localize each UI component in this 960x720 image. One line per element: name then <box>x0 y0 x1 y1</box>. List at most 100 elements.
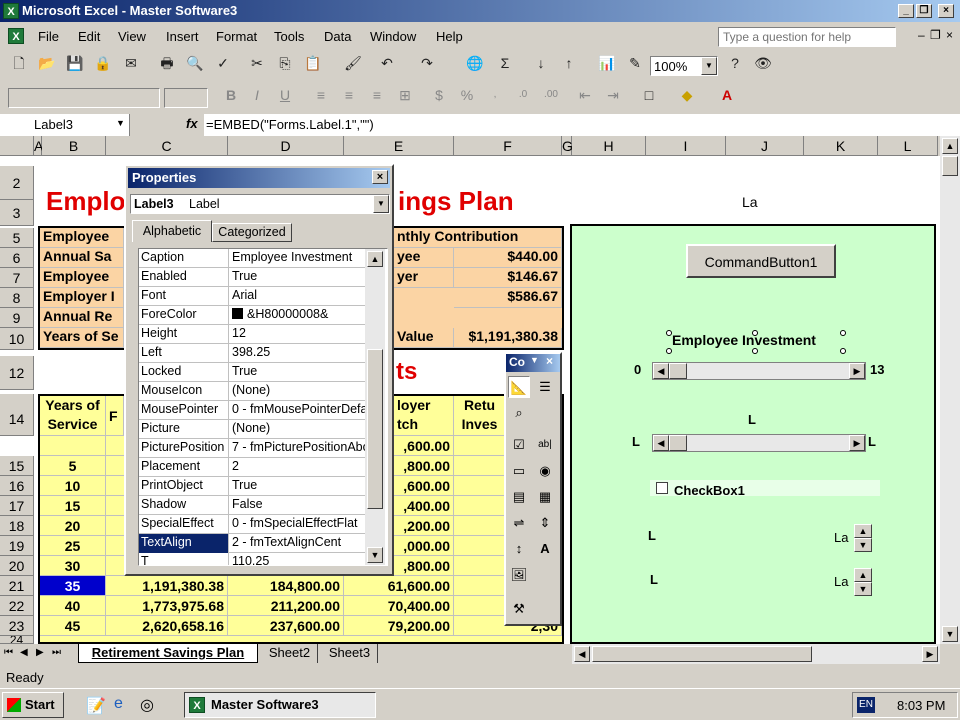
property-value[interactable]: 2 <box>230 458 375 477</box>
column-header[interactable]: I <box>646 136 726 156</box>
contribution-value[interactable]: $440.00 <box>454 248 562 268</box>
font-select[interactable] <box>8 88 160 108</box>
scroll-right-icon[interactable]: ▶ <box>849 435 865 451</box>
property-value[interactable]: Employee Investment <box>230 249 375 268</box>
formula-input[interactable]: =EMBED("Forms.Label.1","") <box>204 114 960 136</box>
read-icon[interactable]: 👁 <box>752 52 774 74</box>
outlook-icon[interactable]: ◎ <box>140 695 154 715</box>
zoom-select[interactable]: 100% ▼ <box>650 56 718 76</box>
scroll-left-icon[interactable]: ◀ <box>653 435 669 451</box>
row-header[interactable]: 18 <box>0 516 34 536</box>
scrollbar-tool-icon[interactable]: ↕ <box>508 538 530 560</box>
resize-handle[interactable] <box>666 330 672 336</box>
property-row[interactable]: MouseIcon (None) <box>139 382 375 401</box>
table-cell[interactable]: 184,800.00 <box>228 576 344 596</box>
table-cell[interactable] <box>40 436 106 456</box>
clock[interactable]: 8:03 PM <box>897 698 945 713</box>
percent-icon[interactable]: % <box>456 84 478 106</box>
properties-window[interactable]: Properties × Label3 Label ▼ Alphabetic C… <box>124 164 394 576</box>
task-master-software3[interactable]: X Master Software3 <box>184 692 376 718</box>
row-header[interactable]: 19 <box>0 536 34 556</box>
fx-icon[interactable]: fx <box>186 116 198 131</box>
summary-label[interactable]: Annual Re <box>40 308 124 328</box>
horizontal-scrollbar[interactable]: ◀ ▶ <box>572 644 940 664</box>
table-cell[interactable]: 25 <box>40 536 106 556</box>
label-l[interactable]: L <box>648 528 656 543</box>
paste-icon[interactable]: 📋 <box>302 52 324 74</box>
property-row[interactable]: MousePointer 0 - fmMousePointerDefa <box>139 401 375 420</box>
column-header[interactable]: D <box>228 136 344 156</box>
spelling-icon[interactable]: ✓ <box>212 52 234 74</box>
scroll-up-icon[interactable]: ▲ <box>367 251 383 267</box>
help-search-input[interactable] <box>718 27 896 47</box>
menu-help[interactable]: Help <box>436 29 463 44</box>
property-value[interactable]: 398.25 <box>230 344 375 363</box>
scroll-left-icon[interactable]: ◀ <box>653 363 669 379</box>
close-icon[interactable]: × <box>372 170 388 184</box>
print-icon[interactable]: 🖶 <box>156 52 178 74</box>
checkbox-tool-icon[interactable]: ☑ <box>508 434 530 456</box>
undo-icon[interactable]: ↶ <box>376 52 398 74</box>
menu-data[interactable]: Data <box>324 29 351 44</box>
row-header[interactable]: 10 <box>0 328 34 350</box>
document-icon[interactable]: X <box>8 28 24 44</box>
command-button[interactable]: CommandButton1 <box>686 244 836 278</box>
row-header[interactable]: 7 <box>0 268 34 288</box>
scroll-left-icon[interactable]: ◀ <box>574 646 590 662</box>
property-value[interactable]: 0 - fmSpecialEffectFlat <box>230 515 375 534</box>
property-value[interactable]: Arial <box>230 287 375 306</box>
prev-sheet-icon[interactable]: ◀ <box>20 647 28 658</box>
property-row[interactable]: ForeColor &H80000008& <box>139 306 375 325</box>
label-l[interactable]: L <box>650 572 658 587</box>
sort-descending-icon[interactable]: ↑ <box>558 52 580 74</box>
property-row[interactable]: T 110.25 <box>139 553 375 565</box>
scroll-thumb[interactable] <box>942 156 958 176</box>
label-la[interactable]: La <box>834 574 848 589</box>
design-mode-icon[interactable]: 📐 <box>508 376 530 398</box>
column-header[interactable]: L <box>878 136 938 156</box>
menu-format[interactable]: Format <box>216 29 257 44</box>
doc-restore-icon[interactable]: ❐ <box>930 28 941 42</box>
label-l[interactable]: L <box>748 412 756 427</box>
label-l[interactable]: L <box>632 434 640 449</box>
properties-icon[interactable]: ☰ <box>534 376 556 398</box>
properties-title-bar[interactable]: Properties × <box>128 168 390 188</box>
open-icon[interactable]: 📂 <box>36 52 58 74</box>
resize-handle[interactable] <box>752 348 758 354</box>
summary-label[interactable]: Annual Sa <box>40 248 124 268</box>
combobox-tool-icon[interactable]: ▦ <box>534 486 556 508</box>
scroll-down-icon[interactable]: ▼ <box>367 547 383 563</box>
merge-center-icon[interactable]: ⊞ <box>394 84 416 106</box>
column-header[interactable]: G <box>562 136 573 156</box>
column-header[interactable]: H <box>572 136 646 156</box>
table-cell[interactable]: 61,600.00 <box>344 576 454 596</box>
column-header[interactable]: C <box>106 136 228 156</box>
increase-decimal-icon[interactable]: .0 <box>512 84 534 106</box>
value-amount[interactable]: $1,191,380.38 <box>454 328 562 348</box>
row-header[interactable]: 5 <box>0 228 34 248</box>
row-header[interactable]: 15 <box>0 456 34 476</box>
table-cell[interactable]: 1,773,975.68 <box>106 596 228 616</box>
table-cell[interactable]: 40 <box>40 596 106 616</box>
save-icon[interactable]: 💾 <box>64 52 86 74</box>
scrollbar-control-2[interactable]: ◀ ▶ <box>652 434 866 452</box>
more-controls-icon[interactable]: ⚒ <box>508 598 530 620</box>
property-row[interactable]: Font Arial <box>139 287 375 306</box>
restore-button[interactable]: ❐ <box>916 4 932 18</box>
summary-label[interactable]: Employer I <box>40 288 124 308</box>
property-value[interactable]: 7 - fmPicturePositionAbo <box>230 439 375 458</box>
next-sheet-icon[interactable]: ▶ <box>36 647 44 658</box>
resize-handle[interactable] <box>840 330 846 336</box>
summary-label[interactable]: Years of Se <box>40 328 124 348</box>
row-header[interactable]: 8 <box>0 288 34 308</box>
doc-minimize-icon[interactable]: – <box>918 28 925 42</box>
property-value[interactable]: 2 - fmTextAlignCent <box>230 534 375 553</box>
table-header-years[interactable]: Years of Service <box>40 396 106 436</box>
scroll-up-icon[interactable]: ▲ <box>942 138 958 154</box>
summary-label[interactable]: Employee <box>40 228 124 248</box>
menu-window[interactable]: Window <box>370 29 416 44</box>
scroll-down-icon[interactable]: ▼ <box>942 626 958 642</box>
value-label[interactable]: Value <box>394 328 454 348</box>
scroll-thumb[interactable] <box>592 646 812 662</box>
table-header-c[interactable]: F <box>106 396 124 436</box>
